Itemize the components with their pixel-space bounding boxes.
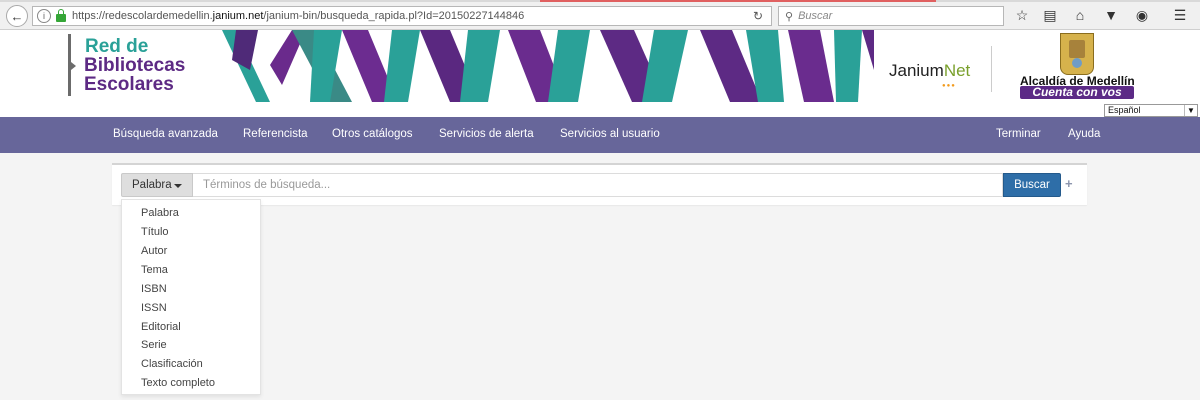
reading-list-icon[interactable]: ▤ bbox=[1041, 7, 1059, 23]
pocket-icon[interactable]: ▼ bbox=[1102, 7, 1120, 23]
lock-icon bbox=[56, 8, 66, 22]
logo-arrow-icon bbox=[71, 62, 76, 70]
nav-terminar[interactable]: Terminar bbox=[996, 128, 1041, 140]
palette-icon[interactable]: ◉ bbox=[1133, 7, 1151, 23]
logo-line-3: Escolares bbox=[84, 74, 174, 95]
nav-ayuda[interactable]: Ayuda bbox=[1068, 128, 1100, 140]
nav-servicios-alerta[interactable]: Servicios de alerta bbox=[439, 128, 534, 140]
logo-line-2: Bibliotecas bbox=[84, 55, 186, 76]
tab-strip-edge bbox=[0, 0, 1200, 2]
janium-dots-icon: ●●● bbox=[942, 83, 956, 89]
menu-option-palabra[interactable]: Palabra bbox=[141, 207, 179, 219]
reload-icon[interactable]: ↻ bbox=[753, 9, 763, 23]
menu-option-autor[interactable]: Autor bbox=[141, 245, 167, 257]
search-field-dropdown-button[interactable]: Palabra bbox=[121, 173, 193, 197]
search-button[interactable]: Buscar bbox=[1003, 173, 1061, 197]
header-divider bbox=[991, 46, 992, 92]
search-field-label: Palabra bbox=[132, 179, 172, 191]
caret-down-icon bbox=[174, 184, 182, 188]
janium-text: Janium bbox=[889, 61, 944, 80]
janium-logo: JaniumNet bbox=[889, 61, 970, 81]
ribbon-banner bbox=[222, 30, 874, 102]
browser-toolbar: ← i https://redescolardemedellin.janium.… bbox=[0, 0, 1200, 30]
address-bar[interactable]: i https://redescolardemedellin.janium.ne… bbox=[32, 6, 772, 26]
main-navbar: Búsqueda avanzada Referencista Otros cat… bbox=[0, 117, 1200, 153]
nav-servicios-usuario[interactable]: Servicios al usuario bbox=[560, 128, 660, 140]
language-select[interactable]: Español ▼ bbox=[1104, 104, 1198, 117]
logo-line-1: Red de bbox=[85, 36, 149, 57]
bookmark-star-icon[interactable]: ☆ bbox=[1013, 7, 1031, 23]
cuenta-con-vos-label: Cuenta con vos bbox=[1020, 86, 1134, 99]
chevron-down-icon: ▼ bbox=[1184, 105, 1197, 116]
nav-otros-catalogos[interactable]: Otros catálogos bbox=[332, 128, 413, 140]
menu-option-isbn[interactable]: ISBN bbox=[141, 283, 167, 295]
menu-option-editorial[interactable]: Editorial bbox=[141, 321, 181, 333]
search-icon: ⚲ bbox=[785, 10, 794, 23]
search-input[interactable] bbox=[193, 173, 1003, 197]
browser-search-box[interactable]: ⚲ Buscar bbox=[778, 6, 1004, 26]
menu-option-serie[interactable]: Serie bbox=[141, 339, 167, 351]
janium-accent: Net bbox=[943, 61, 971, 80]
menu-option-clasificacion[interactable]: Clasificación bbox=[141, 358, 203, 370]
search-field-menu: Palabra Título Autor Tema ISBN ISSN Edit… bbox=[121, 199, 261, 395]
back-arrow-icon: ← bbox=[10, 8, 24, 24]
browser-search-placeholder: Buscar bbox=[798, 10, 833, 22]
medellin-crest-icon bbox=[1060, 33, 1094, 75]
nav-busqueda-avanzada[interactable]: Búsqueda avanzada bbox=[113, 128, 218, 140]
info-icon[interactable]: i bbox=[37, 9, 51, 23]
menu-icon[interactable]: ☰ bbox=[1171, 7, 1189, 23]
nav-referencista[interactable]: Referencista bbox=[243, 128, 308, 140]
home-icon[interactable]: ⌂ bbox=[1071, 7, 1089, 23]
menu-option-tema[interactable]: Tema bbox=[141, 264, 168, 276]
back-button[interactable]: ← bbox=[6, 5, 28, 27]
menu-option-texto-completo[interactable]: Texto completo bbox=[141, 377, 215, 389]
language-value: Español bbox=[1108, 105, 1141, 115]
menu-option-issn[interactable]: ISSN bbox=[141, 302, 167, 314]
add-search-row-icon[interactable]: + bbox=[1065, 176, 1073, 191]
url-text: https://redescolardemedellin.janium.net/… bbox=[72, 10, 525, 22]
menu-option-titulo[interactable]: Título bbox=[141, 226, 169, 238]
